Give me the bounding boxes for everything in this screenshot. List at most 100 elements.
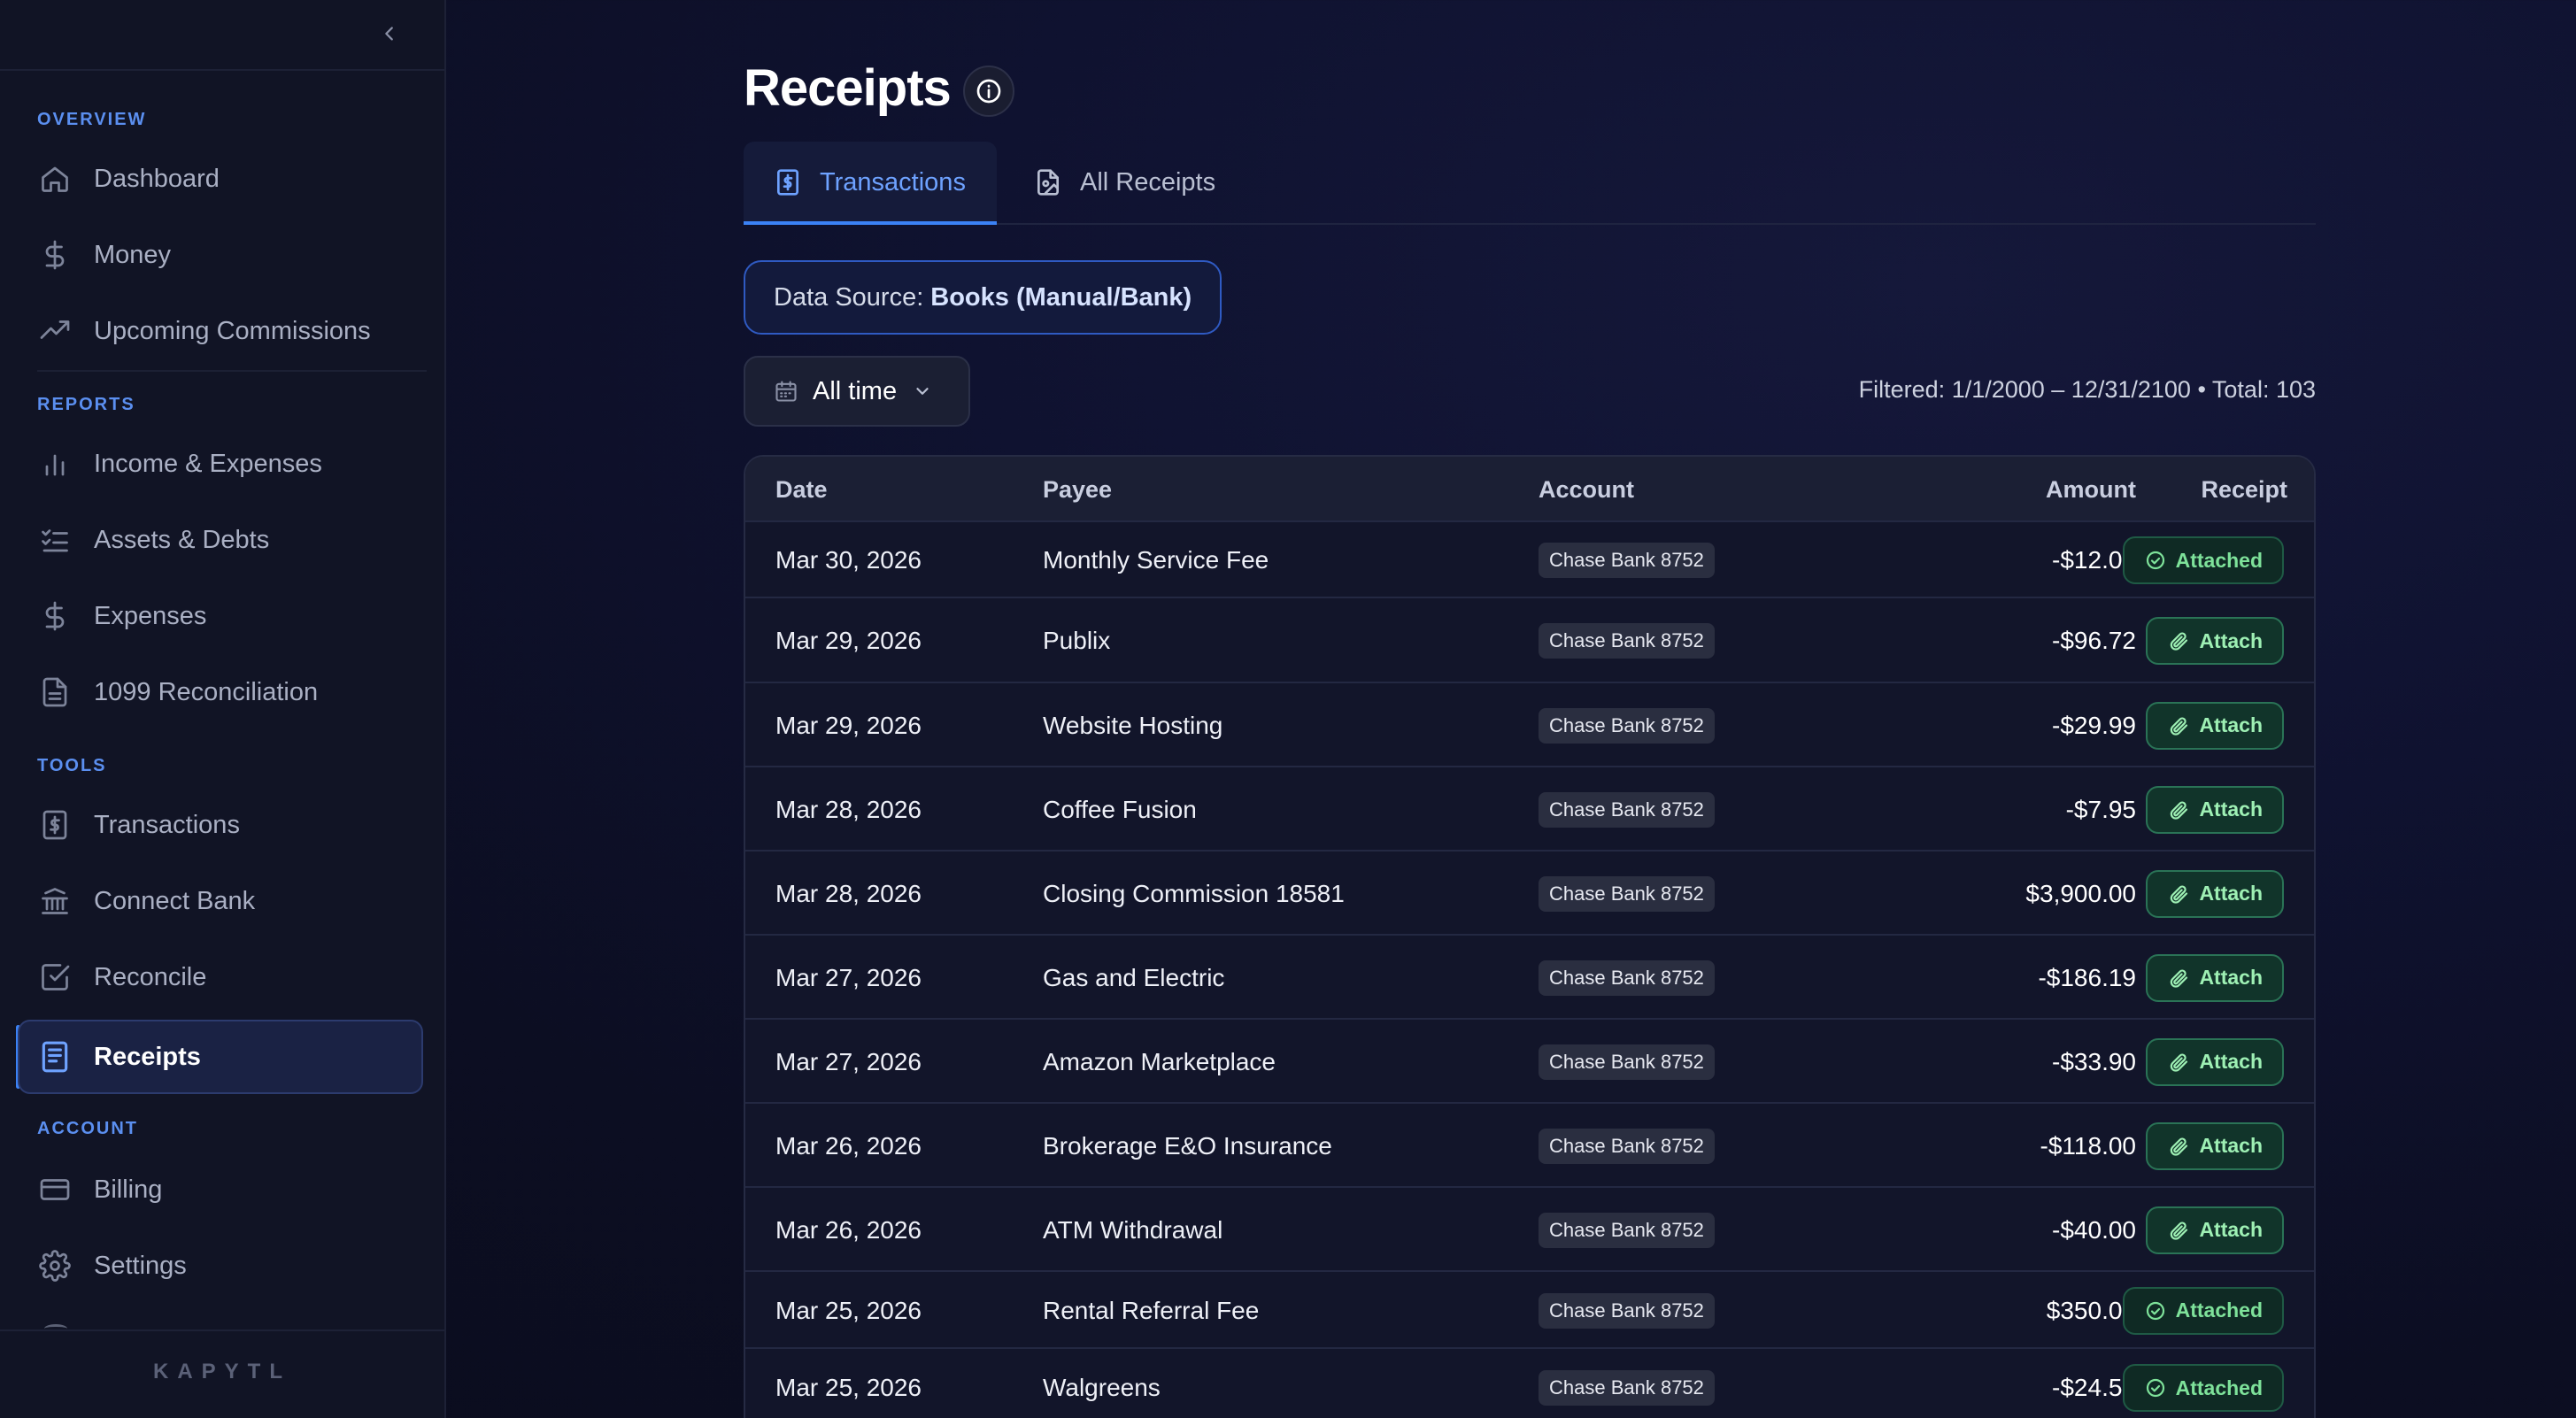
tab-label: Transactions — [820, 167, 966, 197]
sidebar-item-1099-reconciliation[interactable]: 1099 Reconciliation — [19, 660, 425, 724]
sidebar-item-label: Assets & Debts — [94, 525, 270, 554]
tab-label: All Receipts — [1080, 167, 1216, 197]
account-chip: Chase Bank 8752 — [1539, 959, 1715, 996]
cell-payee: Website Hosting — [1043, 711, 1223, 739]
column-header-payee[interactable]: Payee — [1043, 476, 1112, 504]
receipt-status-label: Attached — [2175, 1299, 2263, 1322]
account-chip: Chase Bank 8752 — [1539, 791, 1715, 828]
sidebar-item-money[interactable]: Money — [19, 223, 425, 287]
attach-receipt-button[interactable]: Attach — [2146, 1121, 2284, 1170]
sidebar-item-label: Dashboard — [94, 164, 220, 193]
sidebar-item-receipts[interactable]: Receipts — [18, 1020, 423, 1094]
section-label-account: ACCOUNT — [37, 1119, 138, 1138]
attach-receipt-button[interactable]: Attach — [2146, 869, 2284, 918]
table-row[interactable]: Mar 28, 2026 Coffee Fusion Chase Bank 8752… — [745, 766, 2314, 850]
table-row[interactable]: Mar 25, 2026 Walgreens Chase Bank 8752 -$24… — [745, 1347, 2314, 1418]
cell-date: Mar 28, 2026 — [775, 795, 922, 823]
attach-receipt-button[interactable]: Attach — [2146, 1206, 2284, 1254]
paperclip-icon — [2167, 629, 2190, 652]
cell-amount: -$40.00 — [2052, 1215, 2136, 1244]
cell-payee: Coffee Fusion — [1043, 795, 1197, 823]
bank-icon — [37, 883, 73, 919]
tab-active-underline — [744, 221, 997, 225]
receipt-attached-badge[interactable]: Attached — [2122, 1286, 2284, 1335]
cell-payee: Rental Referral Fee — [1043, 1296, 1260, 1324]
info-button[interactable] — [963, 66, 1014, 117]
cell-amount: -$118.00 — [2040, 1131, 2136, 1160]
cell-date: Mar 27, 2026 — [775, 1047, 922, 1075]
cell-date: Mar 26, 2026 — [775, 1131, 922, 1160]
sidebar-item-upcoming-commissions[interactable]: Upcoming Commissions — [19, 299, 425, 363]
tab-transactions[interactable]: Transactions — [744, 142, 997, 225]
sidebar-item-expenses[interactable]: Expenses — [19, 584, 425, 648]
table-row[interactable]: Mar 27, 2026 Amazon Marketplace Chase Bank… — [745, 1018, 2314, 1102]
receipt-attached-badge[interactable]: Attached — [2122, 536, 2284, 584]
table-row[interactable]: Mar 25, 2026 Rental Referral Fee Chase Ban… — [745, 1270, 2314, 1347]
page-title: Receipts — [744, 59, 952, 117]
sidebar-item-billing[interactable]: Billing — [19, 1158, 425, 1221]
column-header-receipt[interactable]: Receipt — [2110, 476, 2287, 504]
receipt-status-label: Attach — [2199, 966, 2263, 989]
column-header-amount[interactable]: Amount — [1924, 476, 2136, 504]
column-header-date[interactable]: Date — [775, 476, 828, 504]
cell-date: Mar 27, 2026 — [775, 963, 922, 991]
attach-receipt-button[interactable]: Attach — [2146, 953, 2284, 1002]
sidebar-item-label: Upcoming Commissions — [94, 316, 371, 345]
cell-date: Mar 25, 2026 — [775, 1296, 922, 1324]
table-row[interactable]: Mar 26, 2026 ATM Withdrawal Chase Bank 875… — [745, 1186, 2314, 1270]
paperclip-icon — [2167, 714, 2190, 737]
receipt-status-label: Attached — [2175, 548, 2263, 572]
sidebar-item-settings[interactable]: Settings — [19, 1234, 425, 1298]
receipt-attached-badge[interactable]: Attached — [2122, 1364, 2284, 1412]
receipt-status-label: Attach — [2199, 882, 2263, 905]
table-row[interactable]: Mar 28, 2026 Closing Commission 18581 Chas… — [745, 850, 2314, 934]
table-row[interactable]: Mar 29, 2026 Publix Chase Bank 8752 -$96.72… — [745, 597, 2314, 682]
cell-payee: Monthly Service Fee — [1043, 546, 1269, 574]
gear-icon — [37, 1248, 73, 1283]
sidebar-item-dashboard[interactable]: Dashboard — [19, 147, 425, 211]
chevron-left-icon — [385, 27, 393, 41]
cell-amount: $3,900.00 — [2025, 879, 2136, 907]
table-row[interactable]: Mar 27, 2026 Gas and Electric Chase Bank 8… — [745, 934, 2314, 1018]
sidebar-item-label: Settings — [94, 1251, 187, 1280]
sidebar-item-transactions[interactable]: Transactions — [19, 793, 425, 857]
receipt-status-label: Attached — [2175, 1376, 2263, 1399]
tab-all-receipts[interactable]: All Receipts — [1032, 142, 1215, 223]
data-source-value: Books (Manual/Bank) — [930, 282, 1192, 312]
date-range-label: All time — [813, 376, 898, 405]
data-source-selector[interactable]: Data Source: Books (Manual/Bank) — [744, 260, 1222, 335]
collapse-sidebar-button[interactable] — [372, 16, 407, 51]
file-image-icon — [1032, 166, 1064, 198]
attach-receipt-button[interactable]: Attach — [2146, 617, 2284, 665]
section-label-reports: REPORTS — [37, 395, 135, 414]
paperclip-icon — [2167, 1051, 2190, 1074]
attach-receipt-button[interactable]: Attach — [2146, 785, 2284, 834]
date-range-dropdown[interactable]: All time — [744, 356, 970, 427]
sidebar-item-income-expenses[interactable]: Income & Expenses — [19, 432, 425, 496]
check-circle-icon — [2144, 549, 2167, 572]
cell-amount: -$29.99 — [2052, 711, 2136, 739]
receipt-icon — [37, 1039, 73, 1075]
calendar-icon — [775, 381, 797, 402]
sidebar-item-assets-debts[interactable]: Assets & Debts — [19, 508, 425, 572]
transactions-table: Date Payee Account Amount Receipt Mar 30… — [744, 455, 2316, 1418]
sidebar-item-reconcile[interactable]: Reconcile — [19, 945, 425, 1009]
attach-receipt-button[interactable]: Attach — [2146, 1037, 2284, 1086]
bar-chart-icon — [37, 446, 73, 482]
table-row[interactable]: Mar 29, 2026 Website Hosting Chase Bank 87… — [745, 682, 2314, 766]
checklist-icon — [37, 522, 73, 558]
column-header-account[interactable]: Account — [1539, 476, 1634, 504]
credit-card-icon — [37, 1172, 73, 1207]
cell-payee: Publix — [1043, 627, 1111, 654]
document-icon — [37, 674, 73, 710]
table-row[interactable]: Mar 26, 2026 Brokerage E&O Insurance Chase… — [745, 1102, 2314, 1186]
attach-receipt-button[interactable]: Attach — [2146, 701, 2284, 750]
table-header: Date Payee Account Amount Receipt — [745, 457, 2314, 520]
receipt-status-label: Attach — [2199, 1218, 2263, 1241]
dollar-icon — [37, 598, 73, 634]
cell-amount: -$7.95 — [2065, 795, 2136, 823]
sidebar-item-connect-bank[interactable]: Connect Bank — [19, 869, 425, 933]
sidebar-item-label: Connect Bank — [94, 886, 256, 915]
table-row[interactable]: Mar 30, 2026 Monthly Service Fee Chase Ban… — [745, 520, 2314, 597]
paperclip-icon — [2167, 1135, 2190, 1158]
